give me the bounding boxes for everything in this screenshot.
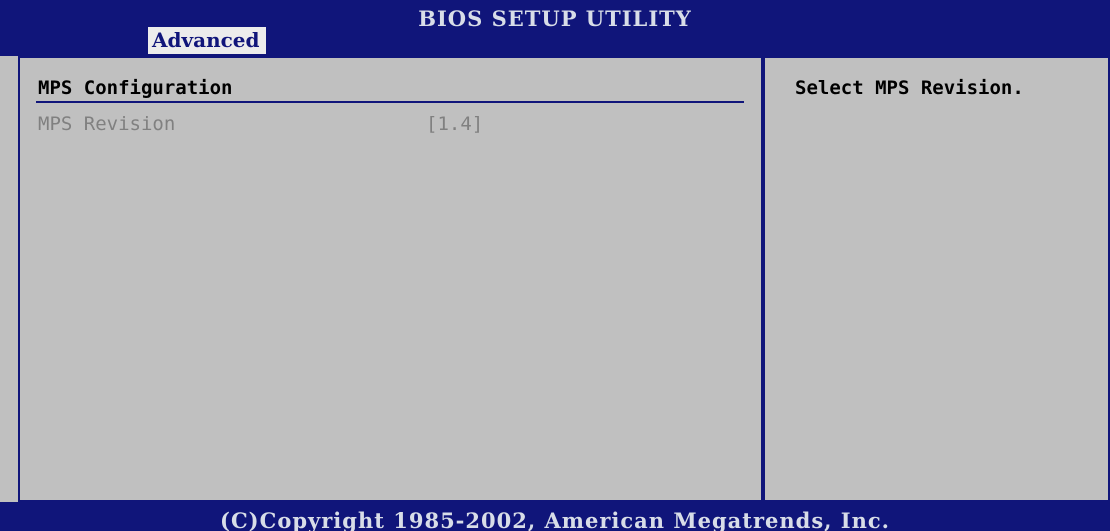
copyright-text: (C)Copyright 1985-2002, American Megatre… [220,508,890,531]
footer-bar: (C)Copyright 1985-2002, American Megatre… [0,502,1110,531]
setting-row-mps-revision[interactable]: MPS Revision [1.4] [38,111,738,137]
help-text: Select MPS Revision. [795,77,1024,99]
panel-divider [761,56,765,502]
tab-advanced[interactable]: Advanced [148,27,266,54]
setting-label: MPS Revision [38,113,176,135]
section-title: MPS Configuration [38,77,233,99]
setting-value[interactable]: [1.4] [426,111,483,137]
title-bar: BIOS SETUP UTILITY Advanced [0,0,1110,56]
section-underline [36,101,744,103]
